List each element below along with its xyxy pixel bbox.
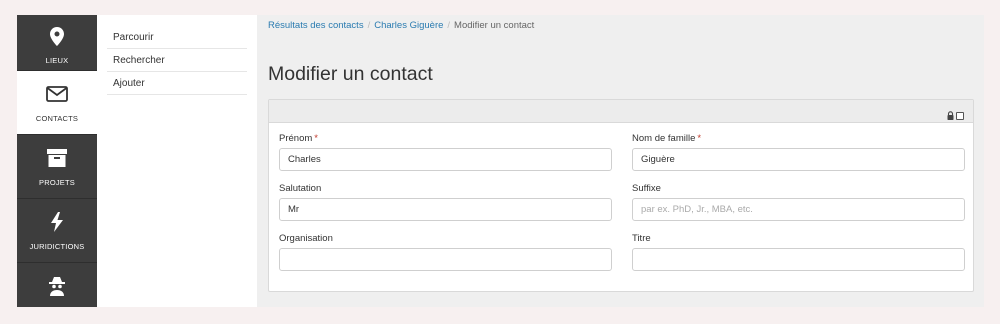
breadcrumb-separator: / <box>367 20 371 31</box>
rail-item-label: JURIDICTIONS <box>29 242 85 251</box>
contacts-submenu: Parcourir Rechercher Ajouter <box>97 15 257 307</box>
last-name-group: Nom de famille * <box>632 133 965 171</box>
submenu-item-rechercher[interactable]: Rechercher <box>107 49 247 72</box>
breadcrumb-current: Modifier un contact <box>454 20 535 31</box>
title-label: Titre <box>632 233 651 244</box>
breadcrumb-link-contact[interactable]: Charles Giguère <box>374 20 443 31</box>
suffix-label: Suffixe <box>632 183 661 194</box>
breadcrumb: Résultats des contacts / Charles Giguère / M… <box>268 20 534 31</box>
lock-checkbox[interactable] <box>956 112 964 120</box>
salutation-label: Salutation <box>279 183 322 194</box>
salutation-group: Salutation <box>279 183 612 221</box>
suffix-group: Suffixe <box>632 183 965 221</box>
title-field[interactable] <box>632 248 965 271</box>
breadcrumb-separator: / <box>447 20 451 31</box>
rail-item-contacts[interactable]: CONTACTS <box>17 71 97 135</box>
envelope-icon <box>46 83 68 105</box>
last-name-field[interactable] <box>632 148 965 171</box>
first-name-label: Prénom * <box>279 133 612 147</box>
required-marker: * <box>697 133 702 144</box>
rail-item-label: LIEUX <box>45 56 69 65</box>
rail-item-juridictions[interactable]: JURIDICTIONS <box>17 199 97 263</box>
map-pin-icon <box>50 25 64 47</box>
lock-toggle[interactable] <box>947 107 964 125</box>
panel-header <box>269 100 973 123</box>
required-marker: * <box>314 133 318 144</box>
rail-item-projets[interactable]: PROJETS <box>17 135 97 199</box>
contact-form-panel: Prénom* Nom de famille* Salutation Suffi… <box>268 99 974 292</box>
submenu-item-parcourir[interactable]: Parcourir <box>107 26 247 49</box>
archive-box-icon <box>47 147 67 169</box>
suffix-field[interactable] <box>632 198 965 221</box>
organisation-field[interactable] <box>279 248 612 271</box>
breadcrumb-link-results[interactable]: Résultats des contacts <box>268 20 364 31</box>
rail-item-lieux[interactable]: LIEUX <box>17 15 97 71</box>
first-name-group: Prénom * <box>279 133 612 171</box>
salutation-field[interactable] <box>279 198 612 221</box>
lock-icon <box>947 107 954 125</box>
first-name-label-text: Prénom <box>279 133 313 144</box>
page-title: Modifier un contact <box>268 63 433 85</box>
rail-item-spy[interactable] <box>17 263 97 307</box>
organisation-group: Organisation <box>279 233 612 271</box>
organisation-label: Organisation <box>279 233 333 244</box>
title-group: Titre <box>632 233 965 271</box>
icon-rail: LIEUX CONTACTS PROJETS JURIDICTIONS <box>17 15 97 307</box>
rail-item-label: PROJETS <box>39 178 75 187</box>
first-name-field[interactable] <box>279 148 612 171</box>
main-content: Résultats des contacts / Charles Giguère / M… <box>257 15 984 307</box>
rail-item-label: CONTACTS <box>35 114 79 123</box>
lightning-icon <box>51 211 63 233</box>
submenu-item-ajouter[interactable]: Ajouter <box>107 72 247 95</box>
last-name-label-text: Nom de famille <box>632 133 696 144</box>
last-name-label: Nom de famille * <box>632 133 965 147</box>
spy-icon <box>48 275 66 297</box>
